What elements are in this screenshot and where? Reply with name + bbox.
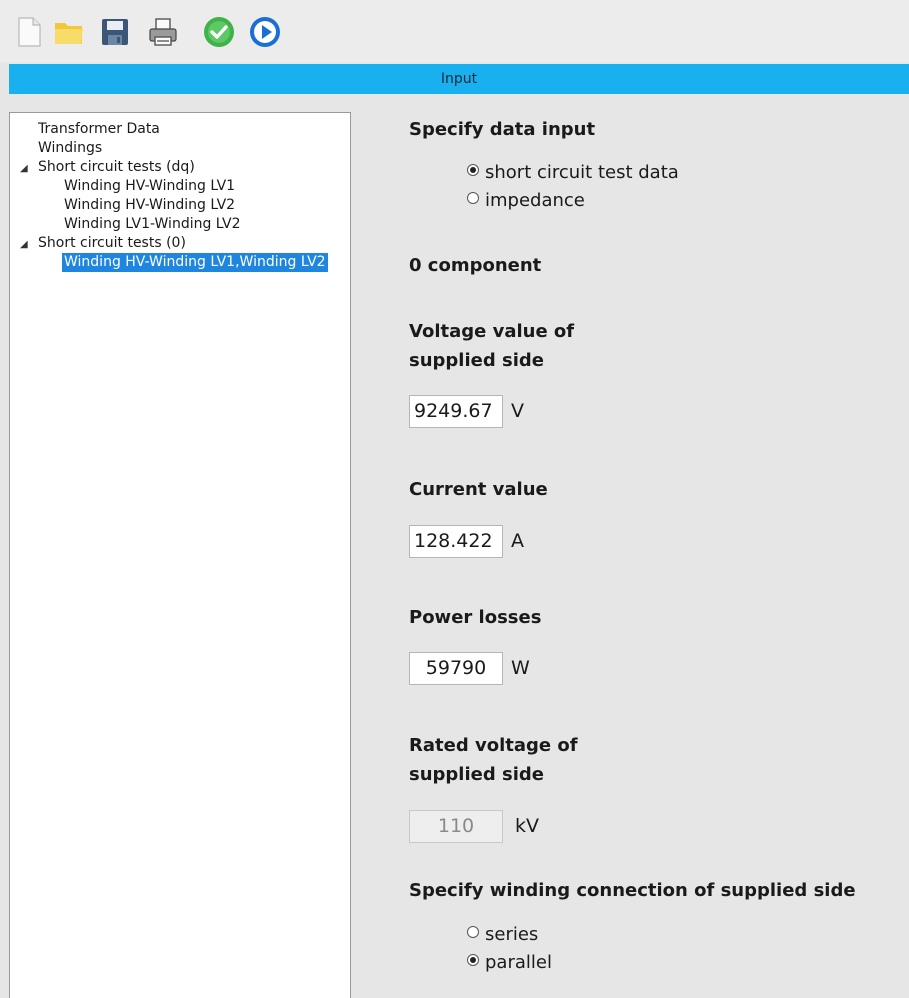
power-losses-input[interactable]: 59790: [409, 652, 503, 685]
save-icon: [102, 19, 128, 45]
radio-short-circuit-test-data[interactable]: short circuit test data: [467, 161, 679, 185]
tree-item-short-circuit-tests-0[interactable]: Short circuit tests (0): [38, 234, 186, 253]
header-title: Input: [440, 71, 478, 87]
tree-item-winding-hv-lv2[interactable]: Winding HV-Winding LV2: [64, 196, 235, 215]
radio-label: parallel: [485, 952, 552, 973]
tree-item-winding-hv-lv1-lv2[interactable]: Winding HV-Winding LV1,Winding LV2: [62, 253, 328, 272]
print-button[interactable]: [146, 15, 180, 49]
radio-selected-icon[interactable]: [467, 164, 479, 176]
radio-label: series: [485, 924, 539, 945]
tree-item-winding-lv1-lv2[interactable]: Winding LV1-Winding LV2: [64, 215, 241, 234]
tree-item-transformer-data[interactable]: Transformer Data: [38, 120, 160, 139]
print-icon: [149, 18, 177, 46]
radio-unselected-icon[interactable]: [467, 192, 479, 204]
radio-label: short circuit test data: [485, 162, 679, 183]
rated-voltage-unit: kV: [515, 815, 540, 837]
voltage-heading-line2: supplied side: [409, 350, 544, 371]
voltage-unit: V: [511, 400, 524, 422]
voltage-heading-line1: Voltage value of: [409, 321, 575, 342]
data-input-heading: Specify data input: [409, 119, 596, 140]
radio-parallel[interactable]: parallel: [467, 951, 552, 975]
current-unit: A: [511, 530, 524, 552]
check-button[interactable]: [202, 15, 236, 49]
rated-voltage-heading-line1: Rated voltage of: [409, 735, 578, 756]
voltage-value-input[interactable]: 9249.67: [409, 395, 503, 428]
tree-expand-arrow-icon[interactable]: ◢: [20, 163, 28, 174]
tree-item-winding-hv-lv1[interactable]: Winding HV-Winding LV1: [64, 177, 235, 196]
open-folder-icon: [55, 23, 83, 44]
toolbar: [0, 0, 909, 62]
new-file-button[interactable]: [12, 15, 46, 49]
radio-label: impedance: [485, 190, 585, 211]
tree-expand-arrow-icon[interactable]: ◢: [20, 239, 28, 250]
radio-series[interactable]: series: [467, 923, 538, 947]
radio-unselected-icon[interactable]: [467, 926, 479, 938]
radio-impedance[interactable]: impedance: [467, 189, 585, 213]
tree-item-windings[interactable]: Windings: [38, 139, 102, 158]
current-heading: Current value: [409, 479, 548, 500]
rated-voltage-input: 110: [409, 810, 503, 843]
save-button[interactable]: [98, 15, 132, 49]
power-losses-unit: W: [511, 657, 530, 679]
new-file-icon: [18, 17, 41, 47]
tree-item-short-circuit-tests-dq[interactable]: Short circuit tests (dq): [38, 158, 195, 177]
power-losses-heading: Power losses: [409, 607, 542, 628]
run-button[interactable]: [248, 15, 282, 49]
open-folder-button[interactable]: [52, 15, 86, 49]
navigation-tree[interactable]: Transformer Data Windings ◢ Short circui…: [9, 112, 351, 998]
run-icon: [250, 17, 280, 47]
component-heading: 0 component: [409, 255, 542, 276]
radio-selected-icon[interactable]: [467, 954, 479, 966]
winding-connection-heading: Specify winding connection of supplied s…: [409, 880, 856, 901]
rated-voltage-heading-line2: supplied side: [409, 764, 544, 785]
input-header-bar: Input: [9, 64, 909, 94]
check-icon: [204, 17, 234, 47]
current-value-input[interactable]: 128.422: [409, 525, 503, 558]
